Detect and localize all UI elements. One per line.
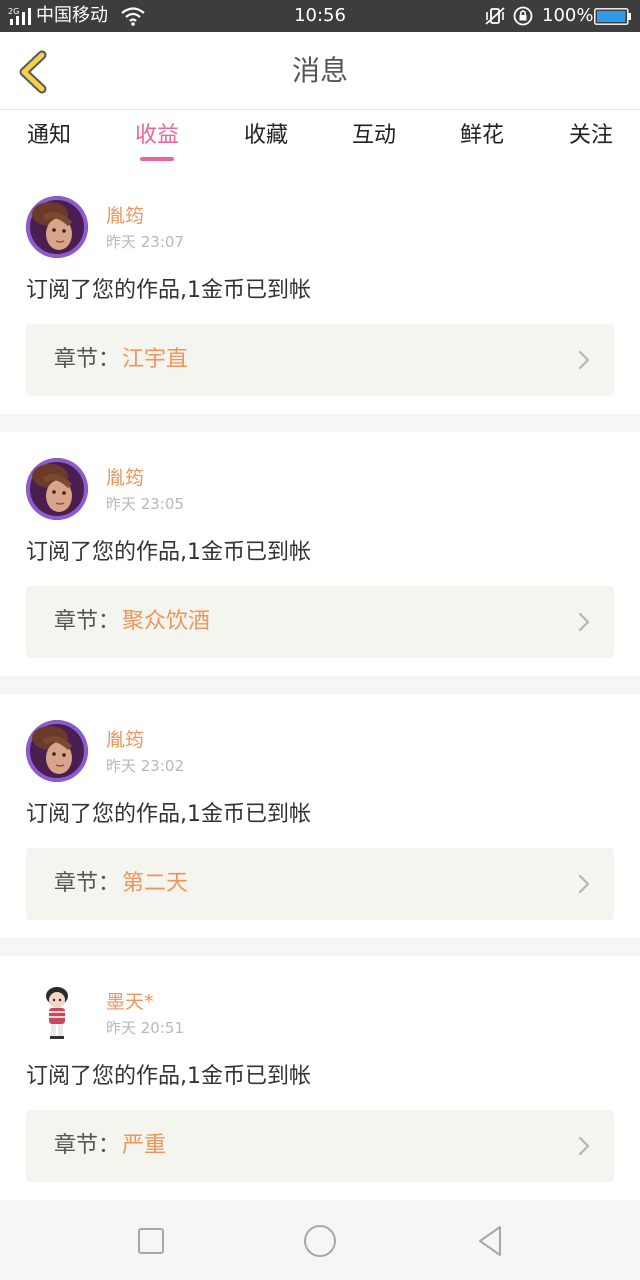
circle-icon[interactable]	[301, 1222, 339, 1260]
username[interactable]: 胤筠	[106, 728, 144, 752]
timestamp: 昨天 23:02	[106, 757, 184, 775]
username[interactable]: 墨天*	[106, 990, 154, 1014]
message-card: 胤筠 昨天 23:05 订阅了您的作品,1金币已到帐 章节： 聚众饮酒	[0, 432, 640, 676]
message-card: 胤筠 昨天 23:02 订阅了您的作品,1金币已到帐 章节： 第二天	[0, 694, 640, 938]
page-title: 消息	[291, 54, 348, 87]
chevron-right-icon	[578, 874, 590, 894]
tab-interactions[interactable]: 互动	[333, 110, 415, 168]
avatar[interactable]	[26, 458, 88, 520]
chapter-name: 严重	[122, 1133, 167, 1158]
timestamp: 昨天 23:05	[106, 495, 184, 513]
tab-bar: 通知 收益 收藏 互动 鲜花 关注	[0, 110, 640, 168]
chapter-link[interactable]: 章节： 严重	[26, 1110, 614, 1182]
chapter-label: 章节：	[54, 1133, 121, 1158]
username[interactable]: 胤筠	[106, 204, 144, 228]
active-tab-indicator	[140, 157, 174, 161]
message-card: 胤筠 昨天 23:07 订阅了您的作品,1金币已到帐 章节： 江宇直	[0, 168, 640, 414]
tab-following[interactable]: 关注	[550, 110, 632, 168]
avatar[interactable]	[26, 196, 88, 258]
chapter-label: 章节：	[54, 609, 121, 634]
tab-notifications[interactable]: 通知	[8, 110, 90, 168]
avatar[interactable]	[26, 720, 88, 782]
chevron-right-icon	[578, 350, 590, 370]
message-text: 订阅了您的作品,1金币已到帐	[26, 802, 311, 827]
chapter-name: 聚众饮酒	[122, 609, 211, 634]
message-text: 订阅了您的作品,1金币已到帐	[26, 1064, 311, 1089]
chapter-link[interactable]: 章节： 江宇直	[26, 324, 614, 396]
chapter-label: 章节：	[54, 871, 121, 896]
timestamp: 昨天 20:51	[106, 1019, 184, 1037]
status-bar: 2G 中国移动 10:56 100%	[0, 0, 640, 32]
header-bar: 消息	[0, 32, 640, 110]
chevron-right-icon	[578, 612, 590, 632]
card-separator	[0, 414, 640, 432]
card-separator	[0, 938, 640, 956]
message-text: 订阅了您的作品,1金币已到帐	[26, 540, 311, 565]
avatar[interactable]	[26, 982, 88, 1044]
battery-percent: 100%	[542, 5, 594, 26]
rotation-lock-icon	[513, 6, 533, 26]
chapter-name: 第二天	[122, 871, 189, 896]
username[interactable]: 胤筠	[106, 466, 144, 490]
battery-icon	[594, 8, 631, 25]
message-text: 订阅了您的作品,1金币已到帐	[26, 278, 311, 303]
triangle-back-icon[interactable]	[474, 1224, 508, 1258]
chapter-name: 江宇直	[122, 347, 189, 372]
chevron-right-icon	[578, 1136, 590, 1156]
chapter-link[interactable]: 章节： 聚众饮酒	[26, 586, 614, 658]
square-icon[interactable]	[134, 1224, 168, 1258]
tab-favorites[interactable]: 收藏	[225, 110, 307, 168]
message-card: 墨天* 昨天 20:51 订阅了您的作品,1金币已到帐 章节： 严重	[0, 956, 640, 1200]
vibrate-off-icon	[485, 7, 505, 25]
timestamp: 昨天 23:07	[106, 233, 184, 251]
chapter-label: 章节：	[54, 347, 121, 372]
tab-flowers[interactable]: 鲜花	[441, 110, 523, 168]
card-separator	[0, 676, 640, 694]
chapter-link[interactable]: 章节： 第二天	[26, 848, 614, 920]
navigation-bar	[0, 1200, 640, 1280]
